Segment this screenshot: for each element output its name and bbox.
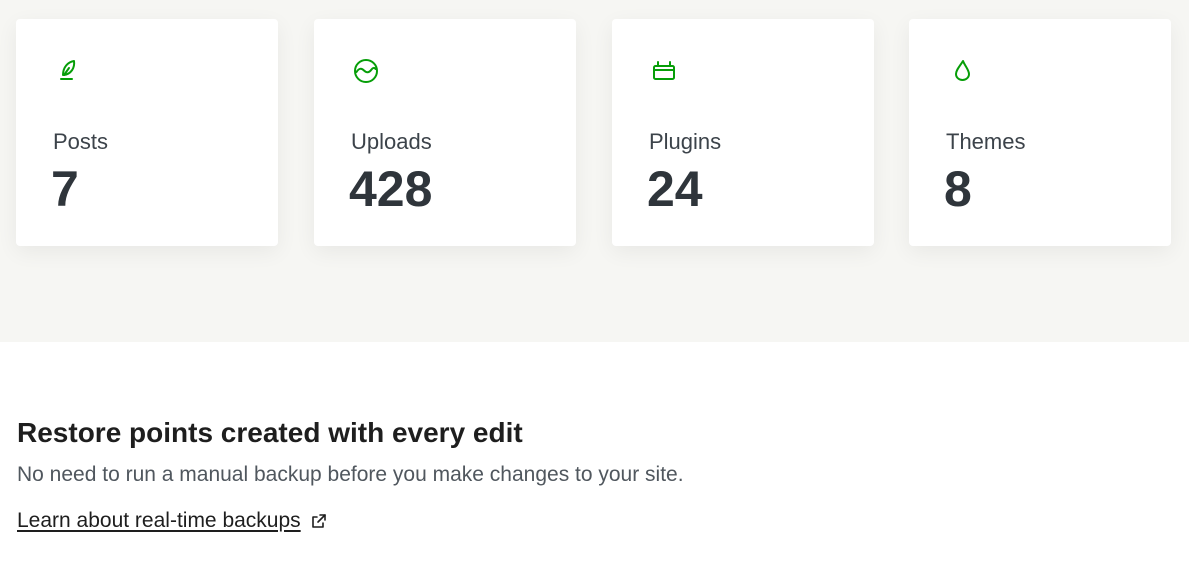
stat-value: 24: [647, 161, 703, 217]
stat-card-plugins: Plugins 24: [612, 19, 874, 246]
stat-label: Posts: [53, 129, 109, 154]
section-title: Restore points created with every edit: [17, 417, 523, 448]
stat-value: 8: [944, 161, 972, 217]
stat-value: 428: [349, 161, 433, 217]
learn-backups-link[interactable]: Learn about real-time backups: [17, 507, 328, 535]
feather-icon: [54, 57, 82, 85]
image-icon: [352, 57, 380, 85]
stat-card-uploads: Uploads 428: [314, 19, 576, 246]
stats-section: Posts 7 Uploads 428 Plugins 24 Themes 8: [0, 0, 1189, 342]
stat-card-posts: Posts 7: [16, 19, 278, 246]
link-label: Learn about real-time backups: [17, 509, 301, 532]
stat-label: Uploads: [351, 129, 432, 154]
section-description: No need to run a manual backup before yo…: [17, 463, 684, 486]
backup-info-section: Restore points created with every edit N…: [17, 414, 684, 535]
stat-label: Themes: [946, 129, 1026, 154]
stat-card-themes: Themes 8: [909, 19, 1171, 246]
stat-label: Plugins: [649, 129, 722, 154]
droplet-icon: [947, 57, 975, 85]
stat-value: 7: [51, 161, 79, 217]
plugin-icon: [650, 57, 678, 85]
external-link-icon: [310, 512, 328, 530]
